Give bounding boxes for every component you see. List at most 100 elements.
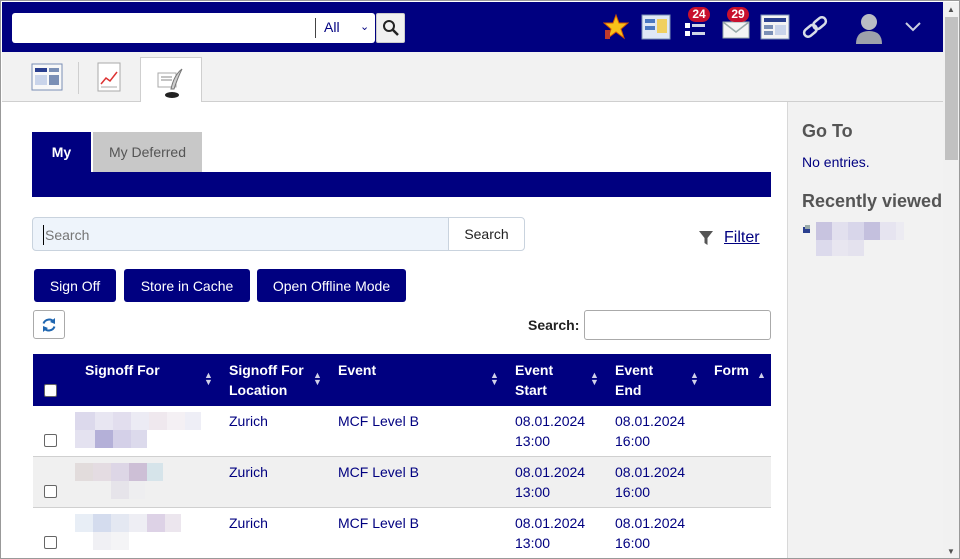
table-row[interactable]: Zurich MCF Level B 08.01.2024 13:00 08.0… xyxy=(33,457,771,508)
chevron-down-icon[interactable]: ⌄ xyxy=(360,20,369,33)
mail-icon[interactable]: 29 xyxy=(721,7,751,44)
chevron-down-icon[interactable] xyxy=(902,10,924,44)
dashboard-icon[interactable] xyxy=(640,10,672,44)
recently-viewed-title: Recently viewed xyxy=(802,191,943,211)
col-location-line1: Signoff For xyxy=(229,362,304,378)
tab-dashboard[interactable] xyxy=(16,52,78,102)
chart-document-icon xyxy=(97,62,121,92)
cell-event-end: 08.01.2024 16:00 xyxy=(615,462,685,502)
row-checkbox[interactable] xyxy=(44,536,57,549)
subtab-bar xyxy=(32,172,771,197)
sign-off-button[interactable]: Sign Off xyxy=(34,269,116,302)
sort-arrows-icon[interactable]: ▲ ▼ xyxy=(690,371,699,387)
tasks-count-badge: 24 xyxy=(688,7,710,22)
filter-label[interactable]: Filter xyxy=(724,229,760,247)
col-start-line2: Start xyxy=(515,382,547,398)
signoff-search-input[interactable] xyxy=(43,225,433,245)
cell-event[interactable]: MCF Level B xyxy=(338,462,419,482)
col-start-line1: Event xyxy=(515,362,554,378)
right-sidebar: Go To No entries. Recently viewed xyxy=(787,102,943,558)
signoff-subtabs: My My Deferred xyxy=(32,132,771,197)
tab-reports[interactable] xyxy=(78,52,140,102)
cell-event-end: 08.01.2024 16:00 xyxy=(615,513,685,553)
global-search-input[interactable] xyxy=(18,18,313,38)
row-checkbox[interactable] xyxy=(44,485,57,498)
sort-asc-icon[interactable]: ▲ xyxy=(757,371,766,380)
search-button[interactable]: Search xyxy=(448,217,525,251)
search-scope-select[interactable]: All xyxy=(324,19,340,35)
filter-funnel-icon xyxy=(699,231,713,245)
col-end-line2: End xyxy=(615,382,642,398)
tab-signoff[interactable] xyxy=(140,57,202,108)
link-icon[interactable] xyxy=(799,10,831,44)
col-location-line2: Location xyxy=(229,382,288,398)
sort-arrows-icon[interactable]: ▲ ▼ xyxy=(313,371,322,387)
col-event[interactable]: Event xyxy=(338,360,376,380)
col-form[interactable]: Form xyxy=(714,360,749,380)
page-scrollbar[interactable]: ▲ ▼ xyxy=(943,2,959,558)
end-date: 08.01.2024 xyxy=(615,413,686,429)
cell-event-end: 08.01.2024 16:00 xyxy=(615,411,685,451)
tab-my[interactable]: My xyxy=(32,132,91,172)
cell-event-start: 08.01.2024 13:00 xyxy=(515,411,585,451)
dashboard-tab-icon xyxy=(31,63,63,91)
user-avatar-icon[interactable] xyxy=(852,10,886,44)
col-event-start[interactable]: Event Start xyxy=(515,360,553,400)
table-row[interactable]: Zurich MCF Level B 08.01.2024 13:00 08.0… xyxy=(33,406,771,457)
open-offline-mode-button[interactable]: Open Offline Mode xyxy=(257,269,406,302)
goto-title: Go To xyxy=(802,121,853,141)
cell-location: Zurich xyxy=(229,413,268,429)
top-bar: All ⌄ 24 29 xyxy=(2,2,943,52)
cell-event-start: 08.01.2024 13:00 xyxy=(515,462,585,502)
sort-arrows-icon[interactable]: ▲ ▼ xyxy=(490,371,499,387)
sort-arrows-icon[interactable]: ▲ ▼ xyxy=(204,371,213,387)
col-signoff-for[interactable]: Signoff For xyxy=(85,360,160,380)
refresh-button[interactable] xyxy=(33,310,65,339)
refresh-icon xyxy=(42,317,56,332)
redacted-recent-item xyxy=(816,222,908,258)
start-date: 08.01.2024 xyxy=(515,515,586,531)
app-window: All ⌄ 24 29 ▲ ▼ My My Deferred Search Se… xyxy=(0,0,960,559)
cell-location: Zurich xyxy=(229,515,268,531)
scroll-down-arrow-icon[interactable]: ▼ xyxy=(947,547,955,556)
quill-document-icon xyxy=(157,68,183,98)
tab-my-deferred[interactable]: My Deferred xyxy=(93,132,202,172)
end-time: 16:00 xyxy=(615,484,651,500)
search-icon xyxy=(382,20,399,36)
document-icon xyxy=(803,225,810,233)
redacted-name xyxy=(75,412,205,450)
start-date: 08.01.2024 xyxy=(515,464,586,480)
col-end-line1: Event xyxy=(615,362,654,378)
end-time: 16:00 xyxy=(615,433,651,449)
start-date: 08.01.2024 xyxy=(515,413,586,429)
select-all-checkbox[interactable] xyxy=(44,384,57,397)
start-time: 13:00 xyxy=(515,433,551,449)
cell-event[interactable]: MCF Level B xyxy=(338,513,419,533)
recent-item[interactable] xyxy=(802,222,912,258)
signoff-table: Signoff For ▲ ▼ Signoff For Location ▲ ▼ E… xyxy=(33,354,771,558)
filter-link[interactable]: Filter xyxy=(698,229,760,247)
cell-event[interactable]: MCF Level B xyxy=(338,411,419,431)
col-event-end[interactable]: Event End xyxy=(615,360,653,400)
redacted-name xyxy=(75,514,205,552)
layout-icon[interactable] xyxy=(759,10,791,44)
col-signoff-location[interactable]: Signoff For Location xyxy=(229,360,304,400)
cell-event-start: 08.01.2024 13:00 xyxy=(515,513,585,553)
redacted-name xyxy=(75,463,205,501)
start-time: 13:00 xyxy=(515,484,551,500)
scroll-up-arrow-icon[interactable]: ▲ xyxy=(947,5,955,14)
table-row[interactable]: Zurich MCF Level B 08.01.2024 13:00 08.0… xyxy=(33,508,771,558)
cell-location: Zurich xyxy=(229,464,268,480)
tasks-icon[interactable]: 24 xyxy=(681,7,710,44)
table-search-input[interactable] xyxy=(584,310,771,340)
end-date: 08.01.2024 xyxy=(615,515,686,531)
mail-count-badge: 29 xyxy=(727,7,749,22)
favorites-star-icon[interactable] xyxy=(602,10,630,44)
sort-arrows-icon[interactable]: ▲ ▼ xyxy=(590,371,599,387)
end-date: 08.01.2024 xyxy=(615,464,686,480)
goto-empty-text: No entries. xyxy=(802,154,870,170)
row-checkbox[interactable] xyxy=(44,434,57,447)
global-search-button[interactable] xyxy=(376,13,405,43)
scrollbar-thumb[interactable] xyxy=(945,17,958,160)
store-in-cache-button[interactable]: Store in Cache xyxy=(124,269,250,302)
